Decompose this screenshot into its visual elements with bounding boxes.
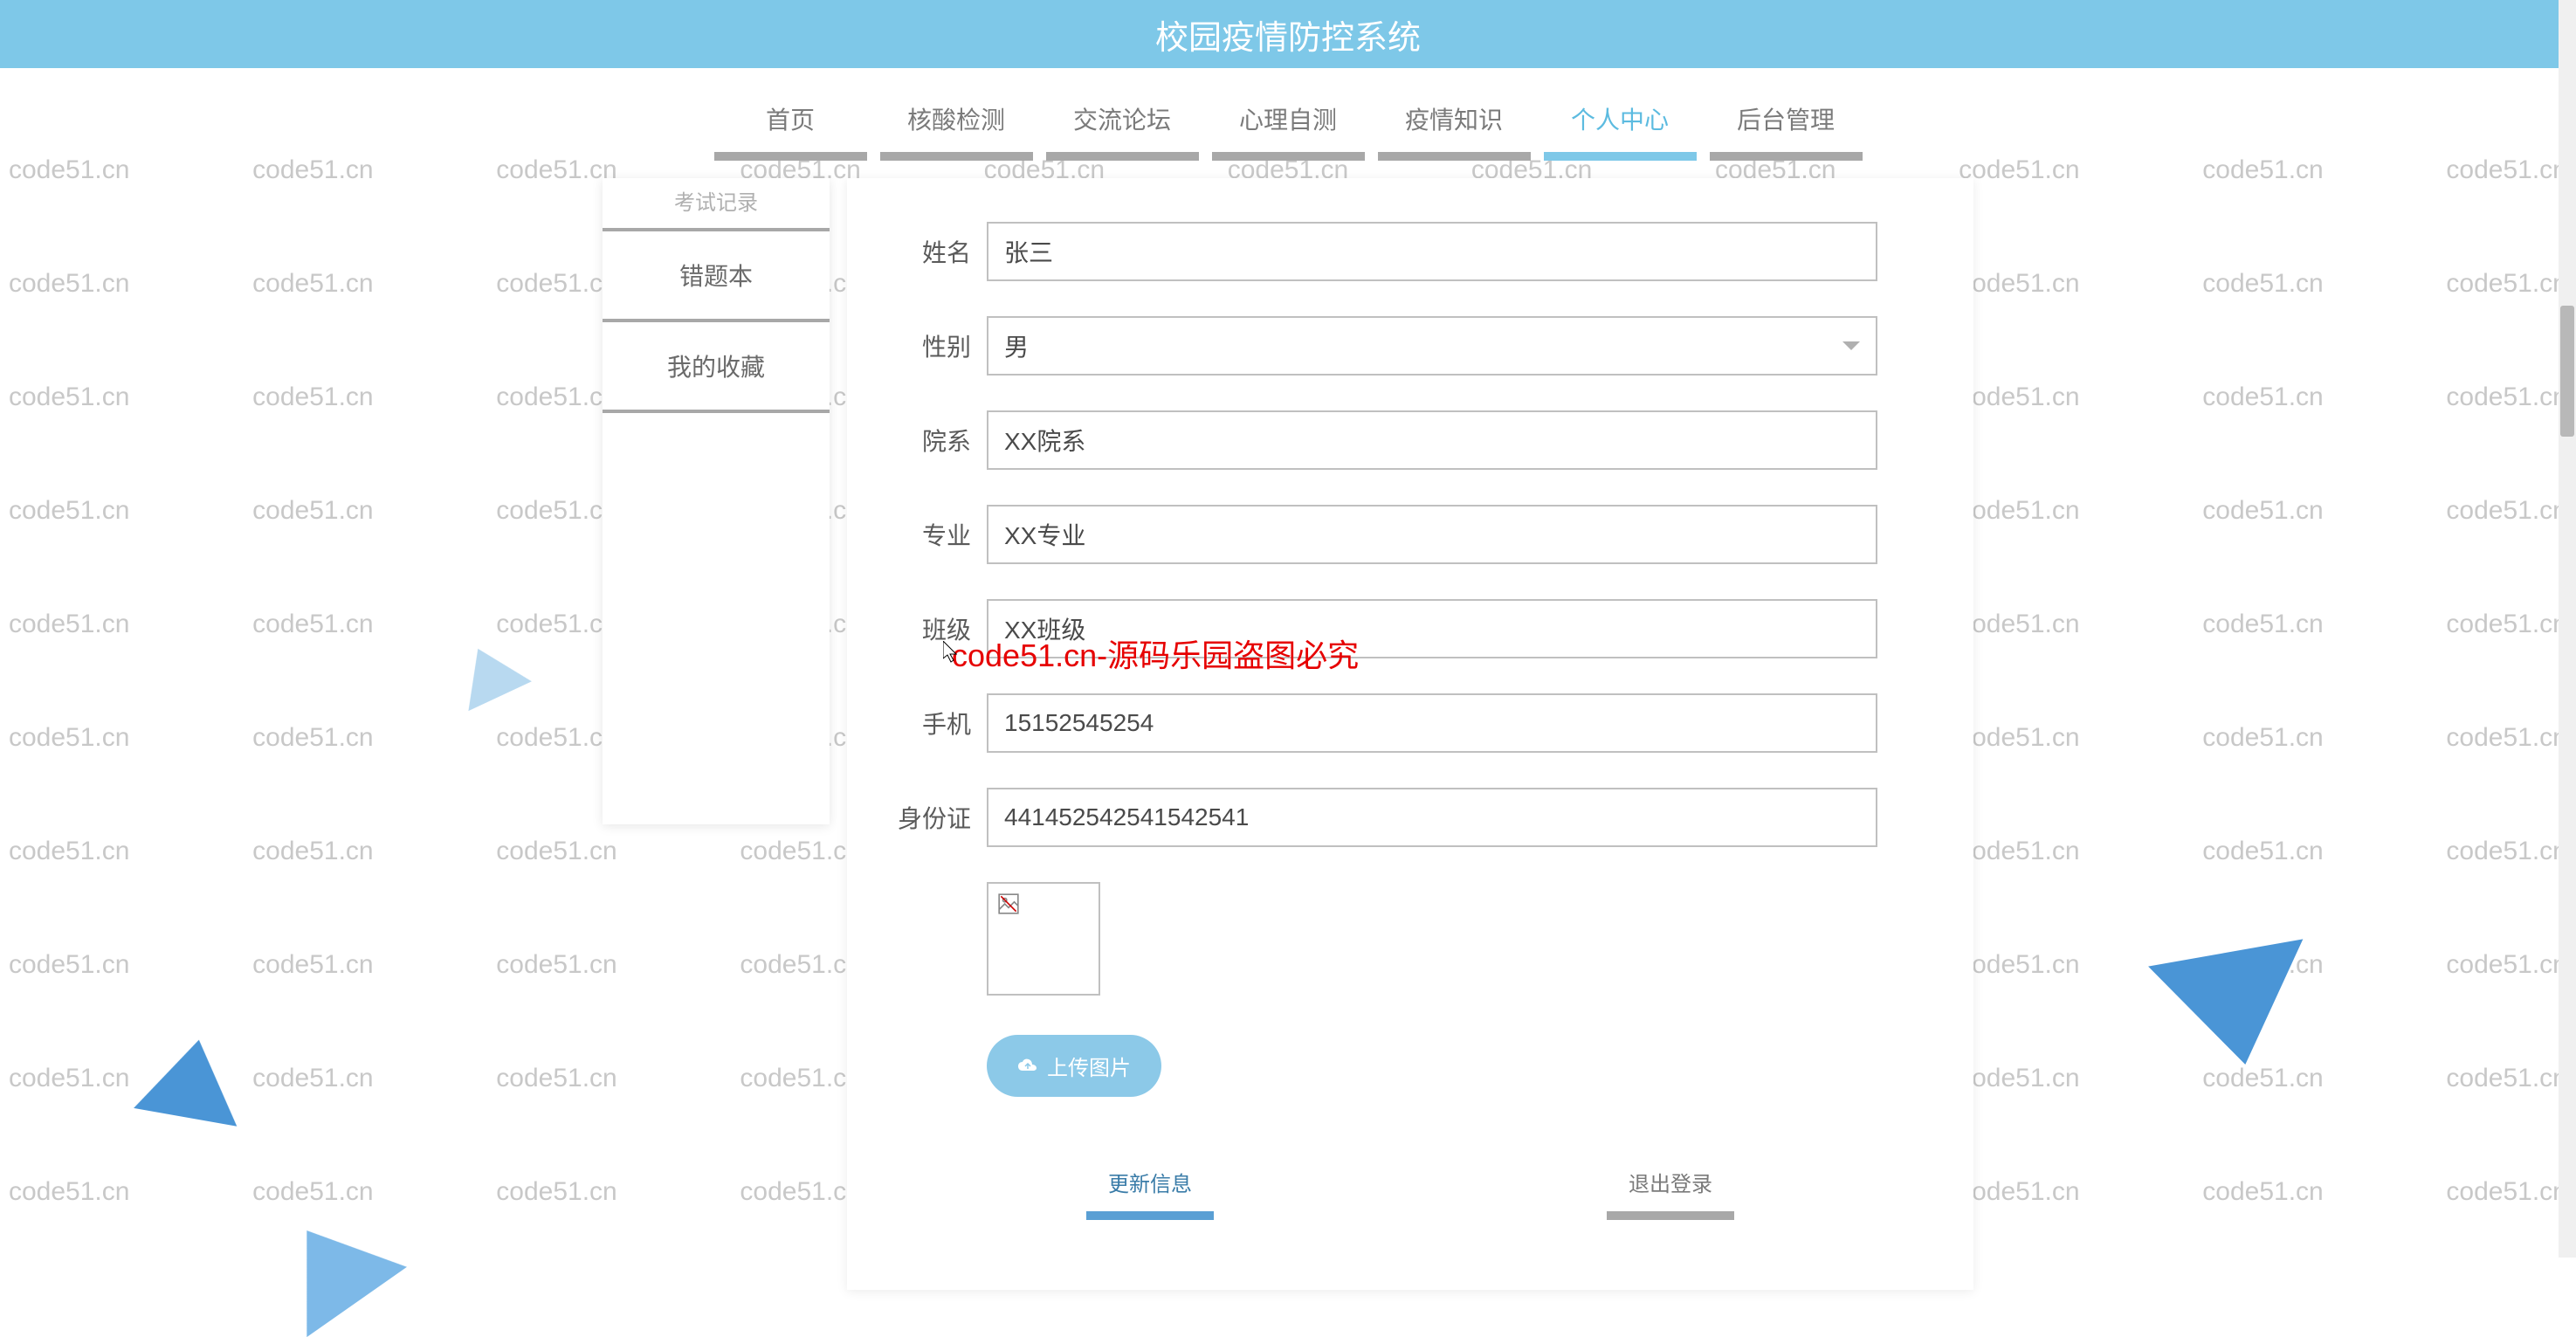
label-department: 院系 [873, 423, 987, 458]
input-class[interactable] [987, 599, 1877, 658]
cloud-upload-icon [1017, 1058, 1038, 1074]
main-nav: 首页 核酸检测 交流论坛 心理自测 疫情知识 个人中心 后台管理 [0, 68, 2576, 161]
profile-form-panel: 姓名 性别 男 院系 [847, 178, 1973, 1290]
select-gender[interactable]: 男 [987, 316, 1877, 376]
logout-button[interactable]: 退出登录 [1607, 1158, 1734, 1220]
select-gender-value: 男 [1004, 328, 1029, 363]
input-phone[interactable] [987, 693, 1877, 753]
input-department[interactable] [987, 410, 1877, 470]
label-phone: 手机 [873, 706, 987, 741]
nav-personal-center[interactable]: 个人中心 [1544, 94, 1697, 161]
label-class: 班级 [873, 611, 987, 646]
label-name: 姓名 [873, 234, 987, 269]
nav-epidemic-knowledge[interactable]: 疫情知识 [1378, 94, 1531, 161]
cursor-icon [943, 641, 961, 665]
form-row-department: 院系 [873, 410, 1947, 470]
form-row-phone: 手机 [873, 693, 1947, 753]
nav-psych-test[interactable]: 心理自测 [1212, 94, 1365, 161]
nav-home[interactable]: 首页 [714, 94, 867, 161]
chevron-down-icon [1842, 341, 1860, 350]
avatar-placeholder [987, 882, 1100, 996]
input-idcard[interactable] [987, 788, 1877, 847]
label-idcard: 身份证 [873, 800, 987, 835]
nav-admin[interactable]: 后台管理 [1710, 94, 1863, 161]
broken-image-icon [997, 892, 1020, 915]
scrollbar-thumb[interactable] [2560, 306, 2574, 437]
input-name[interactable] [987, 222, 1877, 281]
input-major[interactable] [987, 505, 1877, 564]
app-title: 校园疫情防控系统 [1155, 10, 1421, 59]
label-major: 专业 [873, 517, 987, 552]
form-row-class: 班级 [873, 599, 1947, 658]
form-row-gender: 性别 男 [873, 316, 1947, 376]
app-header: 校园疫情防控系统 [0, 0, 2576, 68]
form-row-name: 姓名 [873, 222, 1947, 281]
upload-button-label: 上传图片 [1047, 1051, 1131, 1081]
scrollbar-track[interactable] [2559, 0, 2576, 1258]
label-gender: 性别 [873, 328, 987, 363]
action-row: 更新信息 退出登录 [873, 1158, 1947, 1220]
sidebar: 考试记录 错题本 我的收藏 [603, 178, 830, 824]
sidebar-item-wrong-book[interactable]: 错题本 [603, 231, 830, 322]
form-row-idcard: 身份证 [873, 788, 1947, 847]
nav-forum[interactable]: 交流论坛 [1046, 94, 1199, 161]
form-row-major: 专业 [873, 505, 1947, 564]
sidebar-item-exam-record[interactable]: 考试记录 [603, 178, 830, 231]
sidebar-item-favorites[interactable]: 我的收藏 [603, 322, 830, 413]
update-info-button[interactable]: 更新信息 [1086, 1158, 1214, 1220]
nav-nucleic-test[interactable]: 核酸检测 [880, 94, 1033, 161]
upload-image-button[interactable]: 上传图片 [987, 1035, 1161, 1097]
